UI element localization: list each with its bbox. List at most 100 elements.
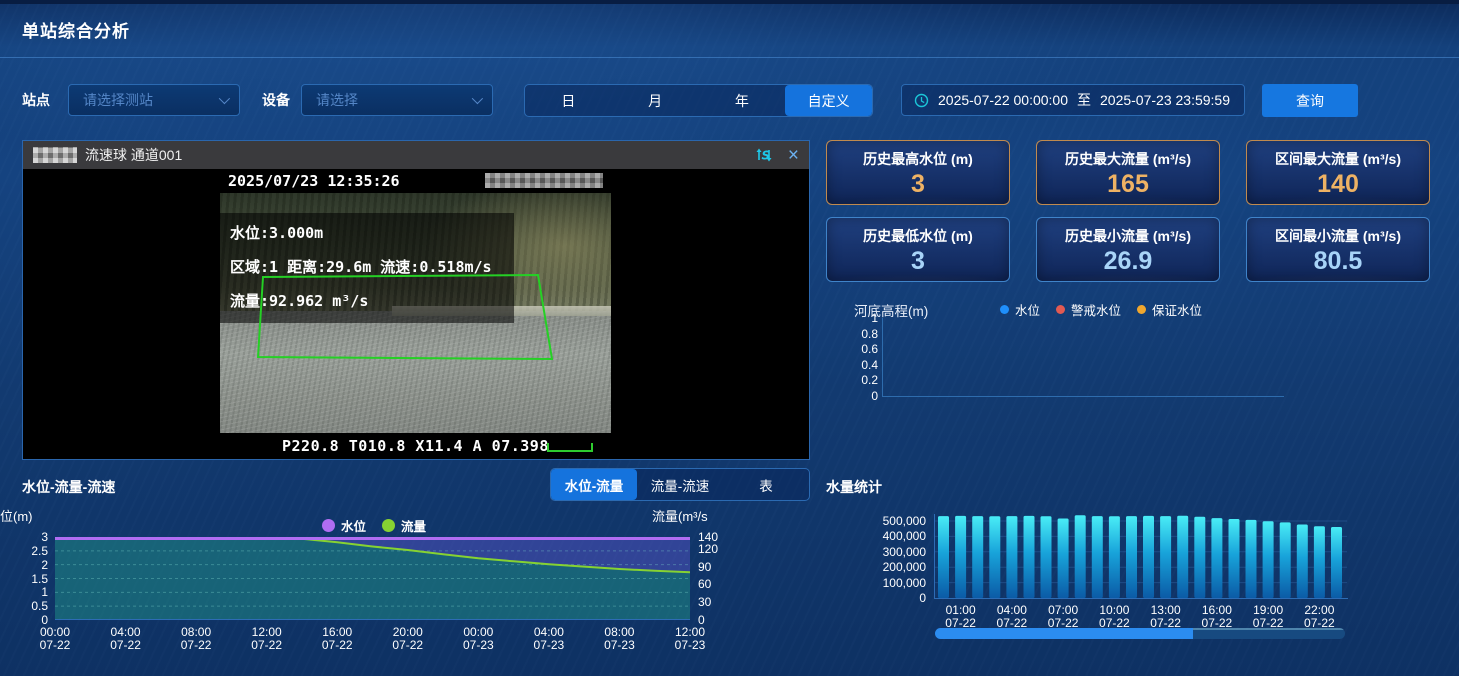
x-tick-label: 22:0007-22 [1289, 604, 1349, 630]
legend-label: 警戒水位 [1071, 300, 1121, 319]
stat-card-value: 3 [827, 247, 1009, 276]
x-tick-label: 04:0007-23 [519, 626, 579, 652]
level-flow-plot [55, 537, 690, 622]
date-range-end: 2025-07-23 23:59:59 [1100, 92, 1230, 108]
level-flow-tabs: 水位-流量 流量-流速 表 [550, 468, 810, 501]
stat-card-label: 历史最大流量 (m³/s) [1037, 149, 1219, 169]
tab-flow-velocity[interactable]: 流量-流速 [637, 469, 723, 500]
query-button[interactable]: 查询 [1262, 84, 1358, 117]
device-select-placeholder: 请选择 [316, 90, 472, 110]
legend-item[interactable]: 流量 [382, 516, 426, 535]
y-tick-label: 0.6 [848, 342, 878, 356]
scrollbar-track[interactable] [1193, 628, 1345, 639]
stat-card-label: 区间最小流量 (m³/s) [1247, 226, 1429, 246]
x-tick-label: 00:0007-23 [448, 626, 508, 652]
legend-label: 水位 [341, 516, 366, 535]
y-tick-label: 90 [698, 560, 711, 574]
x-tick-date: 07-22 [166, 639, 226, 652]
redacted-station-name [33, 147, 77, 163]
stat-card-range-min-flow: 区间最小流量 (m³/s) 80.5 [1246, 217, 1430, 282]
stat-card-hist-min-level: 历史最低水位 (m) 3 [826, 217, 1010, 282]
x-tick-label: 20:0007-22 [378, 626, 438, 652]
level-flow-section-title: 水位-流量-流速 [22, 477, 115, 497]
x-tick-label: 00:0007-22 [25, 626, 85, 652]
left-axis-title: 水位(m) [0, 506, 33, 525]
period-segmented-control: 日 月 年 自定义 [524, 84, 873, 117]
scrollbar-active-range[interactable] [935, 628, 1193, 639]
chart-datazoom-scrollbar[interactable] [935, 628, 1345, 639]
legend-dot [1056, 305, 1065, 314]
device-label: 设备 [262, 84, 290, 117]
close-icon[interactable]: × [788, 146, 799, 165]
legend-item[interactable]: 水位 [1000, 300, 1040, 319]
x-tick-label: 12:0007-23 [660, 626, 720, 652]
y-tick-label: 3 [0, 530, 48, 544]
x-tick-date: 07-22 [25, 639, 85, 652]
measurement-region-overlay [220, 169, 611, 459]
stat-card-label: 历史最高水位 (m) [827, 149, 1009, 169]
tab-table[interactable]: 表 [723, 469, 809, 500]
y-tick-label: 500,000 [820, 514, 926, 528]
legend-dot [382, 519, 395, 532]
y-tick-label: 400,000 [820, 529, 926, 543]
legend-item[interactable]: 保证水位 [1137, 300, 1202, 319]
legend-item[interactable]: 警戒水位 [1056, 300, 1121, 319]
legend-dot [322, 519, 335, 532]
period-custom-button[interactable]: 自定义 [785, 85, 872, 116]
water-volume-title: 水量统计 [826, 477, 882, 497]
stat-card-value: 140 [1247, 170, 1429, 199]
y-tick-label: 2 [0, 558, 48, 572]
video-frame: 2025/07/23 12:35:26 水位:3.000m 区域:1 距离:29… [220, 169, 611, 459]
x-tick-date: 07-22 [378, 639, 438, 652]
riverbed-y-axis-line [882, 318, 883, 396]
y-tick-label: 1 [0, 585, 48, 599]
level-flow-chart: 水位(m) 流量(m³/s 32.521.510.50 140120906030… [0, 500, 745, 676]
legend-label: 水位 [1015, 300, 1040, 319]
chevron-down-icon [472, 93, 483, 104]
period-year-button[interactable]: 年 [699, 85, 786, 116]
station-select[interactable]: 请选择测站 [68, 84, 240, 116]
y-tick-label: 0 [820, 591, 926, 605]
device-select[interactable]: 请选择 [301, 84, 493, 116]
x-tick-label: 16:0007-22 [307, 626, 367, 652]
x-tick-date: 07-23 [660, 639, 720, 652]
video-panel-header: 流速球 通道001 S × [23, 141, 809, 169]
stat-card-value: 165 [1037, 170, 1219, 199]
y-tick-label: 200,000 [820, 560, 926, 574]
x-tick-date: 07-22 [96, 639, 156, 652]
tab-level-flow[interactable]: 水位-流量 [551, 469, 637, 500]
legend-dot [1000, 305, 1009, 314]
period-month-button[interactable]: 月 [612, 85, 699, 116]
water-volume-chart: 水量统计 500,000400,000 300,000200,000 100,000… [820, 470, 1459, 660]
stream-switch-icon[interactable]: S [754, 146, 774, 164]
volume-plot [933, 510, 1349, 602]
stat-card-hist-max-level: 历史最高水位 (m) 3 [826, 140, 1010, 205]
y-tick-label: 120 [698, 542, 718, 556]
y-tick-label: 0.8 [848, 327, 878, 341]
level-flow-legend: 水位 流量 [322, 516, 426, 535]
video-panel: 流速球 通道001 S × 2025/07/23 12:35:26 [22, 140, 810, 460]
x-tick-date: 07-22 [307, 639, 367, 652]
x-tick-label: 12:0007-22 [237, 626, 297, 652]
stat-cards-grid: 历史最高水位 (m) 3 历史最大流量 (m³/s) 165 区间最大流量 (m… [826, 140, 1437, 282]
y-tick-label: 100,000 [820, 576, 926, 590]
y-tick-label: 30 [698, 595, 711, 609]
x-tick-date: 07-22 [237, 639, 297, 652]
legend-item[interactable]: 水位 [322, 516, 366, 535]
stat-card-value: 3 [827, 170, 1009, 199]
legend-label: 流量 [401, 516, 426, 535]
legend-dot [1137, 305, 1146, 314]
right-axis-title: 流量(m³/s [652, 506, 708, 525]
page-title: 单站综合分析 [22, 17, 130, 42]
single-station-analysis-page: 单站综合分析 站点 请选择测站 设备 请选择 日 月 年 自定义 2025-07… [0, 0, 1459, 676]
date-range-picker[interactable]: 2025-07-22 00:00:00 至 2025-07-23 23:59:5… [901, 84, 1245, 116]
video-title: 流速球 通道001 [85, 145, 182, 165]
y-tick-label: 0.2 [848, 373, 878, 387]
riverbed-legend: 水位 警戒水位 保证水位 [1000, 300, 1202, 319]
y-tick-label: 60 [698, 577, 711, 591]
y-tick-label: 1.5 [0, 572, 48, 586]
x-tick-label: 08:0007-23 [589, 626, 649, 652]
period-day-button[interactable]: 日 [525, 85, 612, 116]
y-tick-label: 300,000 [820, 545, 926, 559]
x-tick-label: 08:0007-22 [166, 626, 226, 652]
